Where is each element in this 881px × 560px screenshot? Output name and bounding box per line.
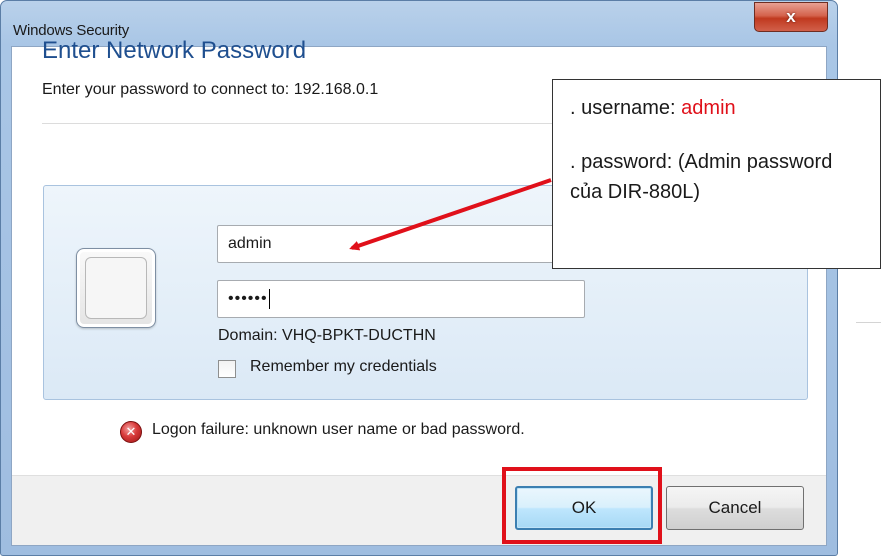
domain-label: Domain: VHQ-BPKT-DUCTHN [218, 327, 436, 344]
dialog-heading: Enter Network Password [42, 37, 307, 64]
annotation-callout: . username: admin . password: (Admin pas… [552, 79, 881, 269]
annotation-username-prefix: . username: [570, 97, 682, 119]
username-value: admin [228, 235, 272, 252]
error-message: Logon failure: unknown user name or bad … [152, 421, 525, 438]
password-value: •••••• [228, 290, 268, 307]
remember-credentials-label[interactable]: Remember my credentials [250, 358, 437, 376]
username-field[interactable]: admin [217, 225, 585, 263]
remember-credentials-checkbox[interactable] [218, 360, 236, 378]
background-divider [856, 322, 881, 323]
ok-highlight-box [502, 467, 662, 544]
close-button[interactable]: x [754, 2, 828, 32]
annotation-password-line: . password: (Admin password của DIR-880L… [570, 151, 833, 203]
text-caret [268, 288, 270, 309]
close-icon: x [786, 7, 796, 26]
error-icon: ✕ [120, 421, 142, 443]
dialog-subheading: Enter your password to connect to: 192.1… [42, 81, 379, 98]
annotation-username-line: . username: admin [570, 93, 736, 123]
cancel-button[interactable]: Cancel [666, 486, 804, 530]
credential-tile-icon [76, 248, 156, 328]
credential-tile-frame [85, 257, 147, 319]
password-field[interactable]: •••••• [217, 280, 585, 318]
annotation-username-value: admin [681, 97, 736, 119]
